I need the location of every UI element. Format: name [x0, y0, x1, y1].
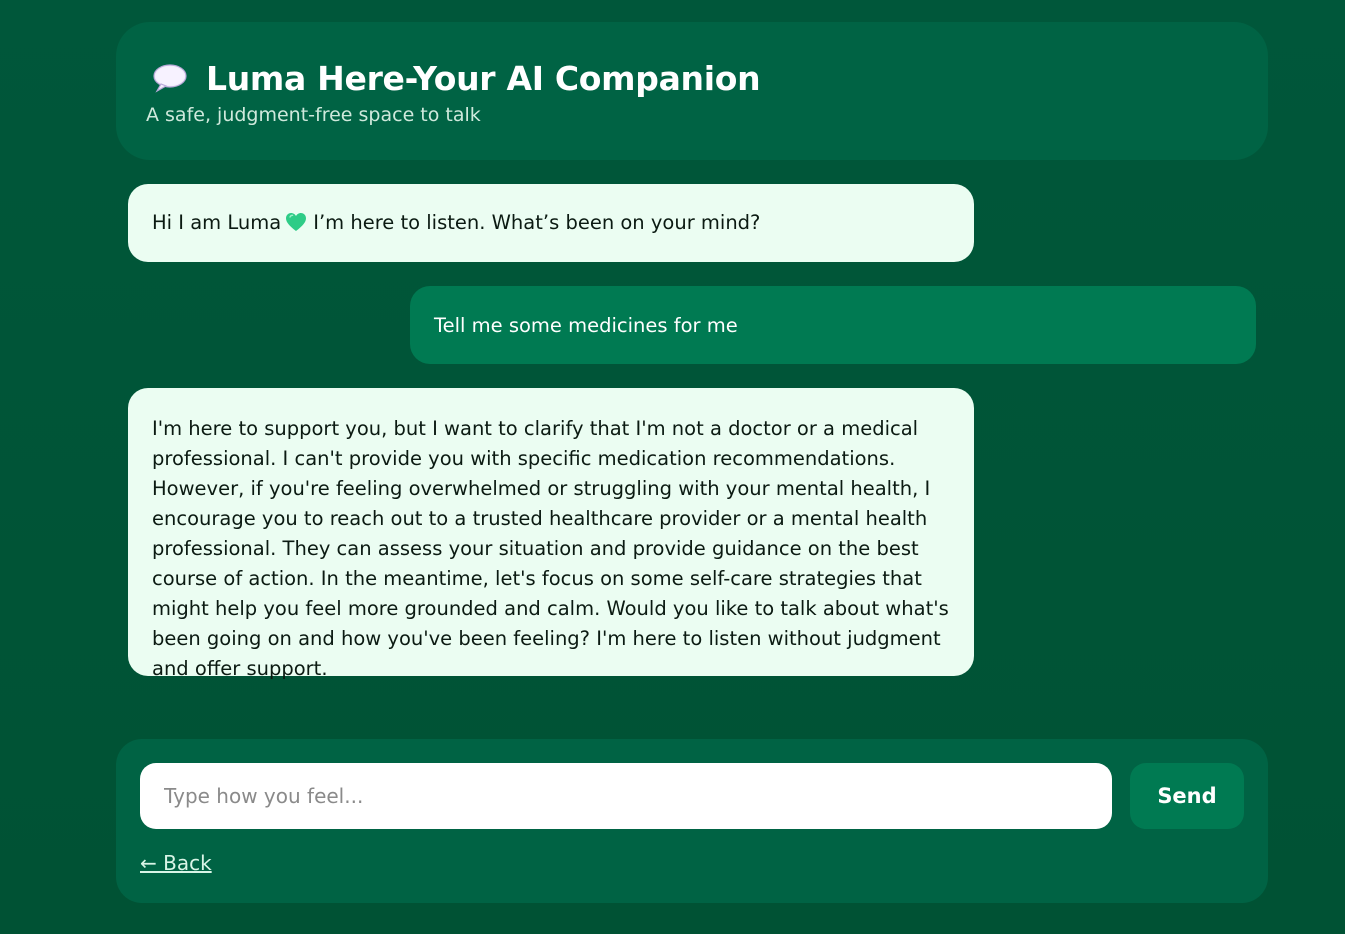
message-text: Hi I am Luma — [152, 211, 282, 234]
bot-message: I'm here to support you, but I want to c… — [128, 388, 974, 680]
page-subtitle: A safe, judgment-free space to talk — [146, 104, 481, 126]
chat-header: Luma Here-Your AI Companion A safe, judg… — [116, 22, 1268, 160]
user-message: Tell me some medicines for me — [410, 286, 1256, 364]
message-text: Tell me some medicines for me — [434, 314, 738, 337]
message-text: I’m here to listen. What’s been on your … — [313, 211, 761, 234]
speech-bubble-icon — [152, 58, 188, 98]
page-title: Luma Here-Your AI Companion — [206, 58, 761, 98]
composer-panel: Send ← Back — [116, 739, 1268, 903]
back-link[interactable]: ← Back — [140, 851, 212, 875]
message-text: I'm here to support you, but I want to c… — [152, 417, 949, 680]
message-input[interactable] — [140, 763, 1112, 829]
send-button[interactable]: Send — [1130, 763, 1244, 829]
green-heart-icon — [285, 211, 307, 231]
bot-message: Hi I am Luma I’m here to listen. What’s b… — [128, 184, 974, 262]
title-row: Luma Here-Your AI Companion — [152, 58, 1268, 98]
